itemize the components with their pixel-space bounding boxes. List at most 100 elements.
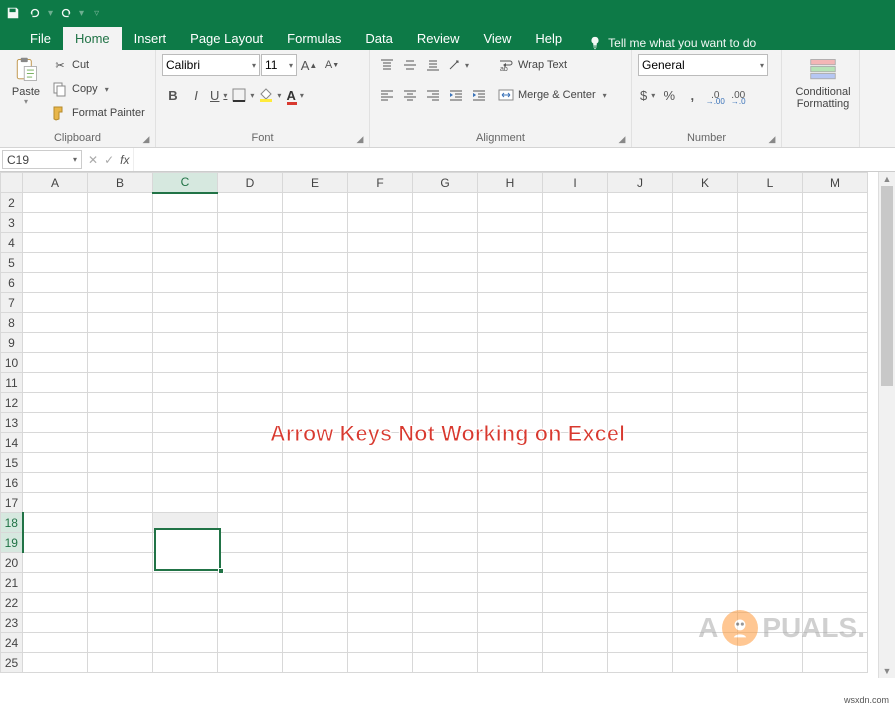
cell[interactable]: [803, 453, 868, 473]
underline-button[interactable]: U▾: [208, 84, 229, 106]
row-header[interactable]: 16: [1, 473, 23, 493]
scroll-down-arrow-icon[interactable]: ▼: [879, 664, 895, 678]
cell[interactable]: [738, 273, 803, 293]
cell[interactable]: [478, 573, 543, 593]
cell[interactable]: [348, 373, 413, 393]
align-right-icon[interactable]: [422, 84, 444, 106]
cell[interactable]: [413, 213, 478, 233]
spreadsheet-grid[interactable]: ABCDEFGHIJKLM234567891011121314151617181…: [0, 172, 868, 673]
comma-format-icon[interactable]: ,: [681, 84, 703, 106]
cell[interactable]: [88, 253, 153, 273]
cell[interactable]: [88, 273, 153, 293]
cell[interactable]: [478, 353, 543, 373]
row-header[interactable]: 23: [1, 613, 23, 633]
cell[interactable]: [673, 353, 738, 373]
cell[interactable]: [153, 413, 218, 433]
redo-icon[interactable]: [57, 4, 75, 22]
cell[interactable]: [218, 193, 283, 213]
cell[interactable]: [608, 653, 673, 673]
column-header[interactable]: A: [23, 173, 88, 193]
tab-insert[interactable]: Insert: [122, 27, 179, 50]
row-header[interactable]: 7: [1, 293, 23, 313]
column-header[interactable]: J: [608, 173, 673, 193]
cell[interactable]: [738, 533, 803, 553]
cell[interactable]: [88, 513, 153, 533]
cell[interactable]: [478, 533, 543, 553]
cell[interactable]: [283, 433, 348, 453]
row-header[interactable]: 9: [1, 333, 23, 353]
accounting-format-icon[interactable]: $▾: [638, 84, 657, 106]
cell[interactable]: [413, 413, 478, 433]
cell[interactable]: [23, 413, 88, 433]
cell[interactable]: [478, 213, 543, 233]
column-header[interactable]: E: [283, 173, 348, 193]
fill-color-button[interactable]: ▾: [257, 84, 283, 106]
cell[interactable]: [283, 653, 348, 673]
cell[interactable]: [673, 253, 738, 273]
cell[interactable]: [153, 573, 218, 593]
cell[interactable]: [348, 213, 413, 233]
cell[interactable]: [153, 193, 218, 213]
cell[interactable]: [88, 633, 153, 653]
column-header[interactable]: L: [738, 173, 803, 193]
cell[interactable]: [803, 493, 868, 513]
copy-button[interactable]: Copy ▾: [52, 78, 145, 100]
cell[interactable]: [218, 533, 283, 553]
cell[interactable]: [608, 293, 673, 313]
cell[interactable]: [673, 493, 738, 513]
cell[interactable]: [803, 653, 868, 673]
cell[interactable]: [23, 393, 88, 413]
cell[interactable]: [218, 313, 283, 333]
cell[interactable]: [153, 233, 218, 253]
cell[interactable]: [738, 593, 803, 613]
decrease-indent-icon[interactable]: [445, 84, 467, 106]
cell[interactable]: [803, 373, 868, 393]
percent-format-icon[interactable]: %: [658, 84, 680, 106]
cell[interactable]: [673, 233, 738, 253]
cell[interactable]: [218, 573, 283, 593]
cell[interactable]: [738, 293, 803, 313]
cell[interactable]: [478, 453, 543, 473]
cell[interactable]: [348, 253, 413, 273]
cell[interactable]: [803, 573, 868, 593]
cell[interactable]: [478, 433, 543, 453]
cell[interactable]: [543, 593, 608, 613]
cell[interactable]: [348, 393, 413, 413]
cell[interactable]: [153, 553, 218, 573]
increase-font-icon[interactable]: A▲: [298, 54, 320, 76]
cell[interactable]: [673, 573, 738, 593]
scroll-thumb[interactable]: [881, 186, 893, 386]
cell[interactable]: [88, 613, 153, 633]
cell[interactable]: [608, 433, 673, 453]
cell[interactable]: [608, 193, 673, 213]
cell[interactable]: [413, 433, 478, 453]
cell[interactable]: [673, 333, 738, 353]
cell[interactable]: [478, 293, 543, 313]
tab-review[interactable]: Review: [405, 27, 472, 50]
cell[interactable]: [153, 453, 218, 473]
cell[interactable]: [283, 373, 348, 393]
cell[interactable]: [88, 213, 153, 233]
cell[interactable]: [88, 333, 153, 353]
cell[interactable]: [803, 253, 868, 273]
cell[interactable]: [348, 493, 413, 513]
cell[interactable]: [803, 353, 868, 373]
cell[interactable]: [608, 473, 673, 493]
cell[interactable]: [283, 413, 348, 433]
column-header[interactable]: K: [673, 173, 738, 193]
cell[interactable]: [413, 293, 478, 313]
cell[interactable]: [23, 633, 88, 653]
clipboard-launcher-icon[interactable]: ◢: [140, 133, 152, 145]
cell[interactable]: [608, 533, 673, 553]
cell[interactable]: [23, 453, 88, 473]
row-header[interactable]: 8: [1, 313, 23, 333]
cell[interactable]: [88, 293, 153, 313]
cell[interactable]: [283, 513, 348, 533]
cell[interactable]: [23, 313, 88, 333]
cell[interactable]: [23, 653, 88, 673]
cell[interactable]: [218, 213, 283, 233]
cell[interactable]: [738, 573, 803, 593]
cell[interactable]: [413, 613, 478, 633]
cell[interactable]: [88, 353, 153, 373]
row-header[interactable]: 10: [1, 353, 23, 373]
